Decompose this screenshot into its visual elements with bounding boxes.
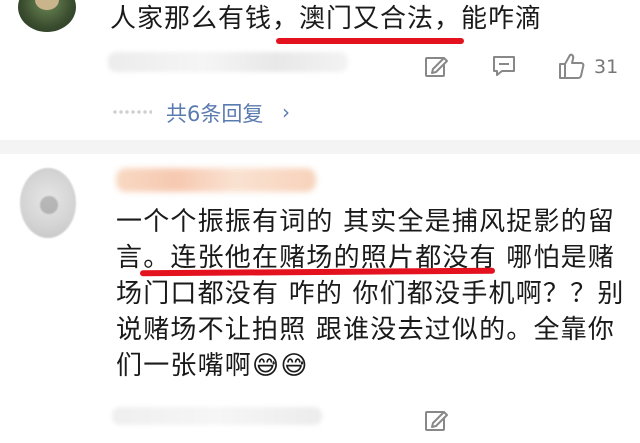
avatar-blur bbox=[40, 196, 58, 214]
message-icon[interactable] bbox=[491, 53, 517, 79]
thumbs-up-icon[interactable] bbox=[556, 51, 586, 81]
emoji-sweat-smile: 😅 bbox=[252, 351, 281, 381]
avatar[interactable] bbox=[18, 0, 76, 32]
emoji-sweat-smile: 😅 bbox=[280, 351, 309, 381]
comment-text: 人家那么有钱，澳门又合法，能咋滴 bbox=[110, 4, 543, 34]
comment-line: 场门口都没有 咋的 你们都没手机啊？？别 bbox=[116, 279, 625, 309]
blurred-meta bbox=[112, 407, 322, 425]
comment-divider bbox=[0, 140, 640, 154]
username-blurred bbox=[116, 168, 316, 192]
avatar[interactable] bbox=[20, 168, 76, 238]
comment-line-text: 们一张嘴啊 bbox=[116, 351, 253, 381]
like-count: 31 bbox=[594, 56, 619, 78]
chevron-right-icon[interactable]: › bbox=[282, 100, 290, 124]
highlight-underline bbox=[276, 38, 464, 44]
view-replies-link[interactable]: 共6条回复 bbox=[166, 98, 263, 128]
reply-indent-dots bbox=[112, 110, 152, 114]
edit-icon[interactable] bbox=[423, 53, 449, 79]
comment-line: 说赌场不让拍照 跟谁没去过似的。全靠你 bbox=[116, 315, 616, 345]
comment-line-last: 们一张嘴啊😅😅 bbox=[116, 348, 309, 384]
blurred-meta bbox=[108, 52, 348, 72]
avatar-face bbox=[35, 0, 59, 10]
comment-line: 一个个振振有词的 其实全是捕风捉影的留 bbox=[116, 207, 616, 237]
edit-icon[interactable] bbox=[423, 407, 449, 433]
